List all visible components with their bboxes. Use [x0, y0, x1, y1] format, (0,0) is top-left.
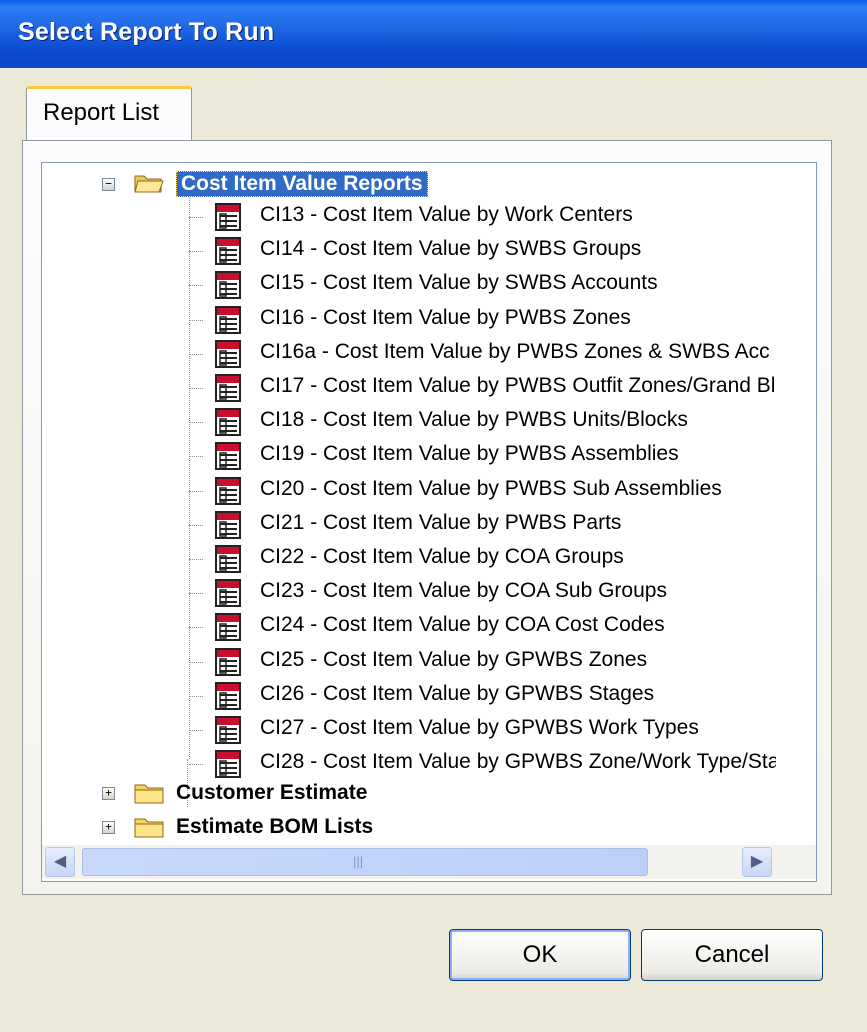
scroll-grip-icon: ||| [353, 854, 364, 869]
tree-connector [189, 285, 203, 286]
report-icon [215, 408, 241, 436]
open-folder-icon [134, 175, 164, 193]
tree-report-item[interactable]: CI21 - Cost Item Value by PWBS Parts [172, 509, 776, 541]
tree-report-label: CI18 - Cost Item Value by PWBS Units/Blo… [260, 408, 688, 431]
tree-report-item[interactable]: CI19 - Cost Item Value by PWBS Assemblie… [172, 440, 776, 472]
cancel-button[interactable]: Cancel [641, 929, 823, 981]
expand-toggle[interactable]: + [102, 787, 115, 800]
tree-connector [189, 388, 203, 389]
tree-report-item[interactable]: CI20 - Cost Item Value by PWBS Sub Assem… [172, 475, 776, 507]
tree-connector [189, 525, 203, 526]
tree-report-label: CI13 - Cost Item Value by Work Centers [260, 203, 633, 226]
tree-report-label: CI16a - Cost Item Value by PWBS Zones & … [260, 340, 770, 363]
tree-group-customer-estimate[interactable]: + Customer Estimate [102, 779, 502, 811]
tree-report-label: CI16 - Cost Item Value by PWBS Zones [260, 306, 631, 329]
window-title: Select Report To Run [18, 18, 275, 46]
tree-report-item[interactable]: CI14 - Cost Item Value by SWBS Groups [172, 235, 776, 267]
report-icon [215, 340, 241, 368]
tree-report-item[interactable]: CI16 - Cost Item Value by PWBS Zones [172, 304, 776, 336]
report-icon [215, 545, 241, 573]
tree-report-label: CI19 - Cost Item Value by PWBS Assemblie… [260, 442, 679, 465]
tree-report-label: CI23 - Cost Item Value by COA Sub Groups [260, 579, 667, 602]
tree-connector [189, 662, 203, 663]
tree-report-item[interactable]: CI28 - Cost Item Value by GPWBS Zone/Wor… [172, 748, 776, 780]
tree-group-label: Estimate BOM Lists [176, 815, 374, 838]
tree-report-item[interactable]: CI16a - Cost Item Value by PWBS Zones & … [172, 338, 776, 370]
tree-group-cost-item-value-reports[interactable]: − Cost Item Value Reports [102, 169, 522, 201]
tree-report-item[interactable]: CI25 - Cost Item Value by GPWBS Zones [172, 646, 776, 678]
tab-report-list[interactable]: Report List [26, 86, 192, 142]
tree-report-label: CI25 - Cost Item Value by GPWBS Zones [260, 648, 648, 671]
tree-connector [189, 320, 203, 321]
report-icon [215, 237, 241, 265]
tree-report-item[interactable]: CI13 - Cost Item Value by Work Centers [172, 201, 776, 233]
tree-connector [189, 422, 203, 423]
title-bar[interactable]: Select Report To Run [0, 0, 867, 68]
tab-label: Report List [43, 99, 160, 126]
report-icon [215, 306, 241, 334]
tree-connector [189, 696, 203, 697]
tree-group-label: Cost Item Value Reports [176, 171, 428, 197]
report-icon [215, 477, 241, 505]
tree-report-label: CI21 - Cost Item Value by PWBS Parts [260, 511, 622, 534]
tree-report-item[interactable]: CI22 - Cost Item Value by COA Groups [172, 543, 776, 575]
folder-icon [134, 818, 164, 838]
tree-connector [189, 627, 203, 628]
report-icon [215, 271, 241, 299]
tree-connector [189, 354, 203, 355]
scroll-right-button[interactable]: ▶ [742, 847, 772, 877]
folder-icon [134, 784, 164, 804]
tree-connector [189, 559, 203, 560]
tree-report-item[interactable]: CI24 - Cost Item Value by COA Cost Codes [172, 611, 776, 643]
tree-connector [189, 730, 203, 731]
horizontal-scrollbar[interactable]: ◀ ||| ▶ [42, 845, 816, 879]
tree-report-label: CI24 - Cost Item Value by COA Cost Codes [260, 613, 665, 636]
tree-group-label: Customer Estimate [176, 781, 368, 804]
report-icon [215, 203, 241, 231]
tree-report-item[interactable]: CI23 - Cost Item Value by COA Sub Groups [172, 577, 776, 609]
tree-connector [189, 491, 203, 492]
tree-connector [189, 593, 203, 594]
report-icon [215, 579, 241, 607]
tree-connector [189, 217, 203, 218]
report-icon [215, 648, 241, 676]
tree-connector [189, 764, 203, 765]
report-icon [215, 682, 241, 710]
report-icon [215, 750, 241, 778]
tree-report-label: CI28 - Cost Item Value by GPWBS Zone/Wor… [260, 750, 776, 773]
report-tree[interactable]: − Cost Item Value Reports CI13 - Cost It… [41, 162, 817, 882]
tree-report-label: CI15 - Cost Item Value by SWBS Accounts [260, 271, 658, 294]
tree-viewport: − Cost Item Value Reports CI13 - Cost It… [42, 163, 776, 845]
tree-report-label: CI22 - Cost Item Value by COA Groups [260, 545, 624, 568]
tree-report-item[interactable]: CI18 - Cost Item Value by PWBS Units/Blo… [172, 406, 776, 438]
tree-report-item[interactable]: CI27 - Cost Item Value by GPWBS Work Typ… [172, 714, 776, 746]
tree-group-estimate-bom-lists[interactable]: + Estimate BOM Lists [102, 813, 502, 845]
report-icon [215, 374, 241, 402]
tree-report-label: CI20 - Cost Item Value by PWBS Sub Assem… [260, 477, 722, 500]
tree-report-item[interactable]: CI15 - Cost Item Value by SWBS Accounts [172, 269, 776, 301]
scroll-left-button[interactable]: ◀ [45, 847, 75, 877]
report-icon [215, 716, 241, 744]
tree-report-item[interactable]: CI17 - Cost Item Value by PWBS Outfit Zo… [172, 372, 776, 404]
report-icon [215, 511, 241, 539]
tree-report-label: CI27 - Cost Item Value by GPWBS Work Typ… [260, 716, 699, 739]
report-icon [215, 442, 241, 470]
tree-connector [189, 456, 203, 457]
tree-report-item[interactable]: CI26 - Cost Item Value by GPWBS Stages [172, 680, 776, 712]
tree-report-label: CI14 - Cost Item Value by SWBS Groups [260, 237, 642, 260]
expand-toggle[interactable]: + [102, 821, 115, 834]
horizontal-scroll-thumb[interactable]: ||| [82, 848, 648, 876]
tree-connector [189, 251, 203, 252]
tree-report-label: CI26 - Cost Item Value by GPWBS Stages [260, 682, 655, 705]
collapse-toggle[interactable]: − [102, 178, 115, 191]
ok-button[interactable]: OK [449, 929, 631, 981]
report-icon [215, 613, 241, 641]
tree-report-label: CI17 - Cost Item Value by PWBS Outfit Zo… [260, 374, 776, 397]
